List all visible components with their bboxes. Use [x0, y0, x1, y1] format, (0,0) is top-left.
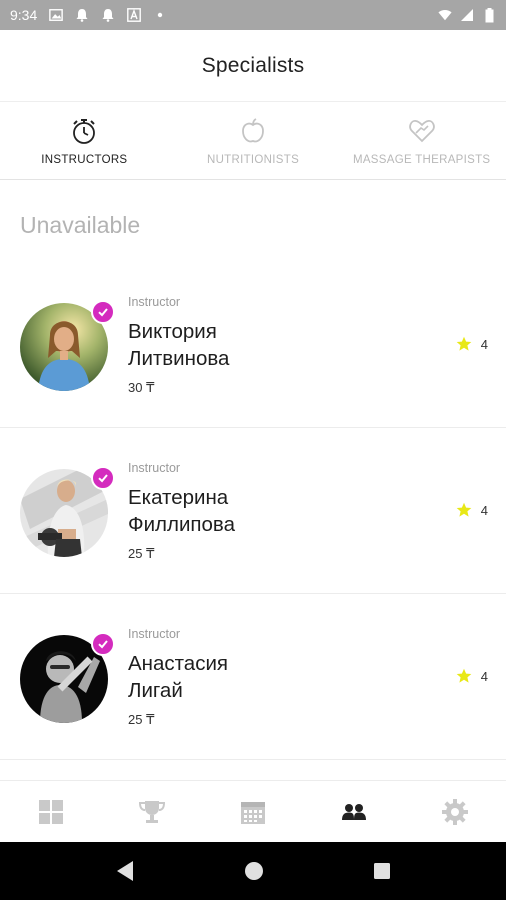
specialist-rating: 4: [456, 668, 488, 684]
tab-label: NUTRITIONISTS: [206, 153, 300, 166]
back-icon[interactable]: [115, 860, 135, 882]
verified-badge: [91, 300, 115, 324]
signal-icon: [460, 8, 474, 22]
rating-value: 4: [480, 668, 488, 684]
tab-nutritionists[interactable]: NUTRITIONISTS: [169, 102, 338, 179]
star-icon: [456, 668, 472, 683]
trophy-icon: [138, 800, 165, 823]
star-icon: [456, 502, 472, 517]
nav-settings[interactable]: [405, 798, 506, 825]
specialist-rating: 4: [456, 336, 488, 352]
bell-icon: [75, 8, 89, 22]
verified-badge: [91, 632, 115, 656]
people-icon: [342, 803, 367, 820]
specialist-first-name: Виктория: [128, 320, 217, 343]
bell-icon: [101, 8, 115, 22]
specialist-name: Виктория Литвинова: [128, 318, 229, 372]
check-icon: [98, 640, 108, 649]
nav-calendar[interactable]: [202, 799, 303, 825]
status-right: [438, 7, 496, 22]
check-icon: [98, 474, 108, 483]
specialist-price: 30 ₸: [128, 380, 155, 395]
specialist-last-name: Литвинова: [128, 347, 230, 370]
specialist-card[interactable]: Instructor Анастасия Лигай 25 ₸ 4: [0, 594, 506, 760]
verified-badge: [91, 466, 115, 490]
dashboard-icon: [38, 799, 63, 824]
calendar-icon: [241, 801, 265, 824]
status-time: 9:34: [10, 7, 38, 23]
tab-massage-therapists[interactable]: MASSAGE THERAPISTS: [337, 102, 506, 179]
specialist-name: Анастасия Лигай: [128, 650, 228, 704]
tab-label: MASSAGE THERAPISTS: [352, 153, 491, 166]
wifi-icon: [438, 8, 452, 22]
specialist-last-name: Филлипова: [128, 513, 235, 536]
specialist-tabs: INSTRUCTORS NUTRITIONISTS MASSAGE THERAP…: [0, 102, 506, 180]
heart-hand-icon: [408, 119, 435, 142]
dot-icon: [153, 8, 167, 22]
specialist-last-name: Лигай: [128, 679, 183, 702]
specialist-name: Екатерина Филлипова: [128, 484, 235, 538]
rating-value: 4: [480, 502, 488, 518]
a-icon: [127, 8, 142, 22]
specialist-card[interactable]: Instructor Виктория Литвинова 30 ₸ 4: [0, 262, 506, 428]
tab-label: INSTRUCTORS: [41, 153, 128, 166]
star-icon: [456, 336, 472, 351]
recents-icon[interactable]: [373, 862, 391, 880]
nav-specialists[interactable]: [304, 803, 405, 821]
image-icon: [49, 8, 64, 22]
specialist-price: 25 ₸: [128, 712, 155, 727]
specialist-card[interactable]: Instructor Екатерина Филлипова 25 ₸ 4: [0, 428, 506, 594]
apple-icon: [242, 117, 264, 142]
specialist-role: Instructor: [128, 461, 181, 475]
specialist-rating: 4: [456, 502, 488, 518]
gear-icon: [442, 798, 469, 825]
specialist-role: Instructor: [128, 295, 181, 309]
battery-icon: [482, 7, 496, 22]
page-title: Specialists: [201, 53, 305, 77]
nav-dashboard[interactable]: [0, 799, 101, 825]
home-icon[interactable]: [244, 861, 264, 881]
nav-achievements[interactable]: [101, 799, 202, 825]
bottom-nav: [0, 780, 506, 842]
specialist-first-name: Анастасия: [128, 652, 229, 675]
status-bar: 9:34: [0, 0, 506, 30]
app-header: Specialists: [0, 30, 506, 102]
check-icon: [98, 308, 108, 317]
system-nav-bar: [0, 842, 506, 900]
section-title: Unavailable: [20, 212, 141, 238]
stopwatch-icon: [73, 118, 96, 144]
specialist-first-name: Екатерина: [128, 486, 229, 509]
specialist-price: 25 ₸: [128, 546, 155, 561]
specialist-role: Instructor: [128, 627, 181, 641]
rating-value: 4: [480, 336, 488, 352]
specialist-list: Instructor Виктория Литвинова 30 ₸ 4 Ins…: [0, 262, 506, 760]
tab-instructors[interactable]: INSTRUCTORS: [0, 102, 169, 179]
status-left: 9:34: [10, 7, 167, 23]
